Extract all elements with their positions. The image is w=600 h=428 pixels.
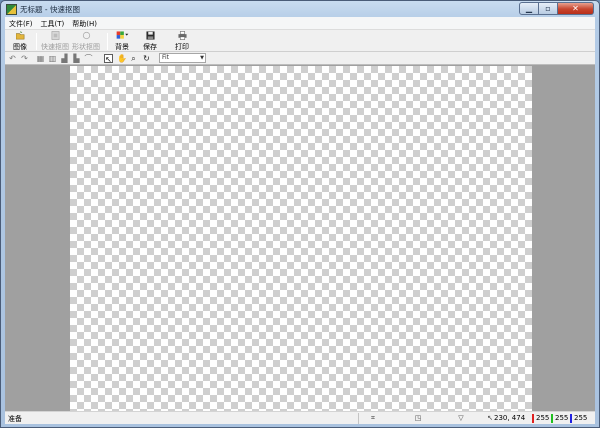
align-center-icon[interactable]: ▥ [48, 54, 57, 63]
background-label: 背景 [115, 43, 129, 51]
printer-icon [177, 31, 187, 40]
close-button[interactable]: ✕ [558, 2, 594, 15]
quick-cutout-button[interactable]: 快速抠图 [40, 31, 70, 52]
red-value: 255 [536, 414, 550, 422]
client-area: 文件(F) 工具(T) 帮助(H) 图像 快速抠图 形状抠图 背景 保存 打印 … [5, 17, 595, 424]
status-divider [358, 413, 359, 424]
cursor-coords: 230, 474 [494, 414, 526, 422]
image-button-label: 图像 [13, 43, 27, 51]
zoom-icon[interactable]: ⌕ [129, 54, 138, 63]
shape-cutout-button[interactable]: 形状抠图 [71, 31, 101, 52]
blue-swatch [570, 414, 572, 423]
image-button[interactable]: 图像 [10, 31, 30, 52]
menu-tools[interactable]: 工具(T) [37, 17, 69, 29]
filter-icon: ▽ [458, 414, 464, 422]
shape-cutout-label: 形状抠图 [72, 43, 100, 51]
toolbar-divider [36, 33, 37, 50]
print-label: 打印 [175, 43, 189, 51]
dropdown-arrow-icon: ▼ [200, 55, 204, 61]
minimize-icon: ▁ [525, 4, 533, 13]
save-label: 保存 [143, 43, 157, 51]
title-bar[interactable]: 无标题 - 快速抠图 ▁ ▫ ✕ [1, 1, 599, 17]
quick-cutout-label: 快速抠图 [41, 43, 69, 51]
window-title: 无标题 - 快速抠图 [20, 5, 80, 14]
bring-front-icon[interactable]: ▟ [60, 54, 69, 63]
red-swatch [532, 414, 534, 423]
blue-value: 255 [574, 414, 588, 422]
brush-icon[interactable]: ⌒ [84, 54, 93, 63]
green-swatch [551, 414, 553, 423]
rotate-icon[interactable]: ↻ [142, 54, 151, 63]
caption-buttons: ▁ ▫ ✕ [519, 2, 594, 15]
cursor-icon: ↖ [487, 414, 493, 422]
shape-cutout-icon [82, 31, 90, 40]
main-toolbar: 图像 快速抠图 形状抠图 背景 保存 打印 [5, 29, 595, 52]
edit-toolbar: ↶ ↷ ▦ ▥ ▟ ▙ ⌒ ↖ ✋ ⌕ ↻ Fit ▼ [5, 52, 595, 65]
background-button[interactable]: 背景 [111, 31, 133, 52]
workspace[interactable] [5, 65, 595, 411]
menu-help[interactable]: 帮助(H) [68, 17, 101, 29]
close-icon: ✕ [572, 4, 579, 13]
status-bar: 准备 ⌗ ◳ ▽ ↖ 230, 474 255 255 255 [5, 411, 595, 424]
hand-icon[interactable]: ✋ [117, 54, 127, 63]
open-folder-icon [15, 31, 24, 40]
maximize-button[interactable]: ▫ [539, 2, 558, 15]
menu-bar: 文件(F) 工具(T) 帮助(H) [5, 17, 595, 29]
minimize-button[interactable]: ▁ [519, 2, 539, 15]
app-icon[interactable] [6, 4, 17, 15]
maximize-icon: ▫ [545, 4, 551, 13]
print-button[interactable]: 打印 [174, 31, 190, 52]
crop-icon: ⌗ [371, 414, 375, 422]
save-icon [145, 31, 155, 40]
menu-file[interactable]: 文件(F) [5, 17, 37, 29]
green-value: 255 [555, 414, 569, 422]
align-left-icon[interactable]: ▦ [36, 54, 45, 63]
pointer-icon[interactable]: ↖ [104, 54, 113, 64]
transparent-canvas[interactable] [70, 66, 532, 411]
background-color-icon [116, 31, 128, 39]
send-back-icon[interactable]: ▙ [72, 54, 81, 63]
status-ready: 准备 [8, 415, 22, 423]
zoom-select[interactable]: Fit ▼ [159, 53, 206, 63]
redo-icon[interactable]: ↷ [20, 54, 29, 63]
undo-icon[interactable]: ↶ [8, 54, 17, 63]
save-button[interactable]: 保存 [142, 31, 158, 52]
app-window: 无标题 - 快速抠图 ▁ ▫ ✕ 文件(F) 工具(T) 帮助(H) 图像 快速… [0, 0, 600, 428]
quick-cutout-icon [51, 31, 59, 40]
zoom-value: Fit [162, 54, 170, 61]
resize-icon: ◳ [414, 414, 422, 422]
toolbar-divider [107, 33, 108, 50]
